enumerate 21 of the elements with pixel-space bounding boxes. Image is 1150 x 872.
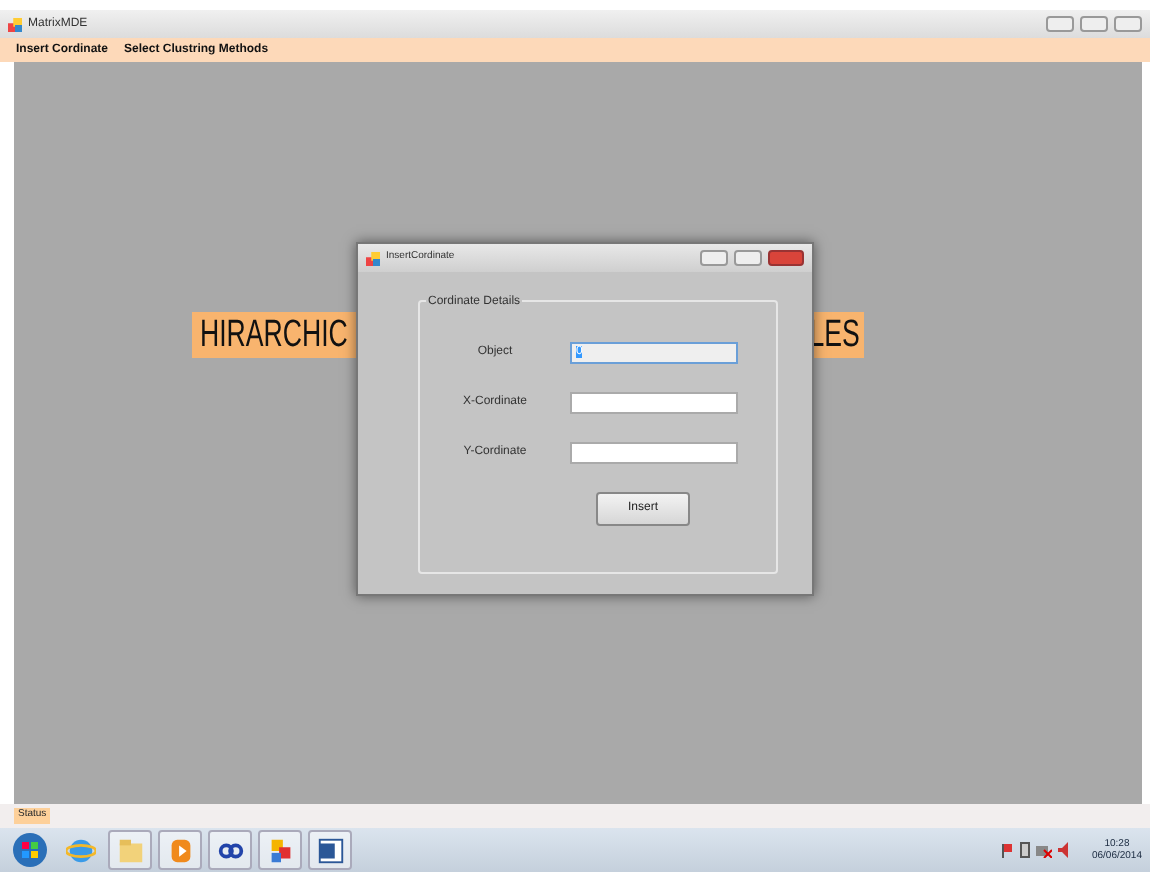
minimize-button[interactable] [1046,16,1074,32]
app-icon [366,251,380,265]
taskbar-button[interactable] [308,830,352,870]
close-button[interactable] [1114,16,1142,32]
input-field[interactable] [570,392,738,414]
flag-icon[interactable] [999,842,1014,858]
battery-icon[interactable] [1019,842,1030,858]
app-icon [8,17,22,31]
taskbar-button[interactable] [258,830,302,870]
maximize-button[interactable] [734,250,762,266]
maximize-button[interactable] [1080,16,1108,32]
folder-icon [115,835,145,865]
minimize-button[interactable] [700,250,728,266]
network-icon[interactable] [1035,842,1052,858]
close-button[interactable] [768,250,804,266]
banner-text: HIRARCHIC [200,316,348,354]
speaker-icon[interactable] [1057,842,1074,858]
start-button[interactable] [8,830,52,870]
browser-icon [65,835,95,865]
taskbar-button[interactable] [208,830,252,870]
input-field[interactable] [570,442,738,464]
